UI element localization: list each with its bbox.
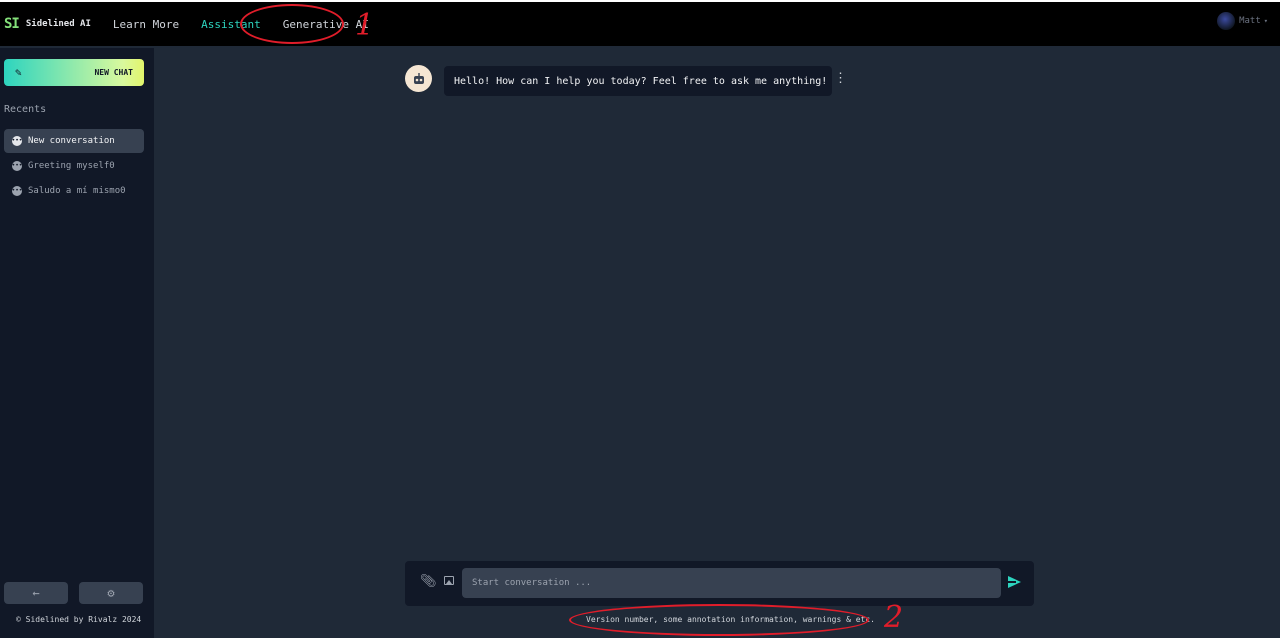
user-name: Matt: [1239, 16, 1261, 26]
new-chat-label: NEW CHAT: [94, 68, 133, 77]
conversation-label: Greeting myself0: [28, 161, 115, 171]
paperclip-icon[interactable]: 📎︎: [420, 574, 437, 589]
chevron-down-icon: ▾: [1263, 17, 1268, 25]
user-menu[interactable]: Matt ▾: [1217, 12, 1268, 30]
annotation-number-1: 1: [355, 8, 375, 43]
arrow-left-icon: ←: [32, 586, 40, 600]
chat-bubble-icon: •••: [11, 136, 23, 146]
annotation-circle-2: [569, 604, 869, 636]
edit-icon: ✎: [15, 66, 22, 79]
avatar: [1217, 12, 1236, 30]
more-options-icon[interactable]: ⋮: [834, 71, 847, 86]
sidebar: ✎ NEW CHAT Recents ••• New conversation …: [0, 48, 154, 638]
chat-bubble-icon: •••: [11, 186, 23, 196]
chat-bubble-icon: •••: [11, 161, 23, 171]
conversation-item[interactable]: ••• Greeting myself0: [4, 154, 144, 178]
logo-mark: SI: [4, 16, 20, 32]
bot-avatar: [405, 65, 432, 92]
assistant-message: Hello! How can I help you today? Feel fr…: [444, 66, 832, 96]
conversation-label: New conversation: [28, 136, 115, 146]
chat-input[interactable]: [462, 568, 1001, 598]
conversation-label: Saludo a mí mismo0: [28, 186, 126, 196]
nav-learn-more[interactable]: Learn More: [113, 18, 179, 31]
logo-text: Sidelined AI: [25, 19, 91, 29]
copyright-text: © Sidelined by Rivalz 2024: [16, 615, 142, 624]
recents-heading: Recents: [4, 104, 47, 115]
annotation-number-2: 2: [884, 600, 904, 635]
gear-icon: ⚙: [107, 586, 115, 600]
conversation-item[interactable]: ••• New conversation: [4, 129, 144, 153]
logo[interactable]: SI Sidelined AI: [4, 16, 91, 32]
robot-icon: [413, 72, 424, 84]
top-navbar: SI Sidelined AI Learn More Assistant Gen…: [0, 0, 1280, 46]
composer: 📎︎: [405, 561, 1034, 606]
settings-button[interactable]: ⚙: [79, 582, 143, 604]
send-icon[interactable]: [1008, 576, 1021, 588]
collapse-sidebar-button[interactable]: ←: [4, 582, 68, 604]
image-icon[interactable]: [444, 576, 454, 585]
annotation-circle-1: [240, 4, 344, 44]
new-chat-button[interactable]: ✎ NEW CHAT: [4, 59, 144, 86]
conversation-item[interactable]: ••• Saludo a mí mismo0: [4, 179, 144, 203]
